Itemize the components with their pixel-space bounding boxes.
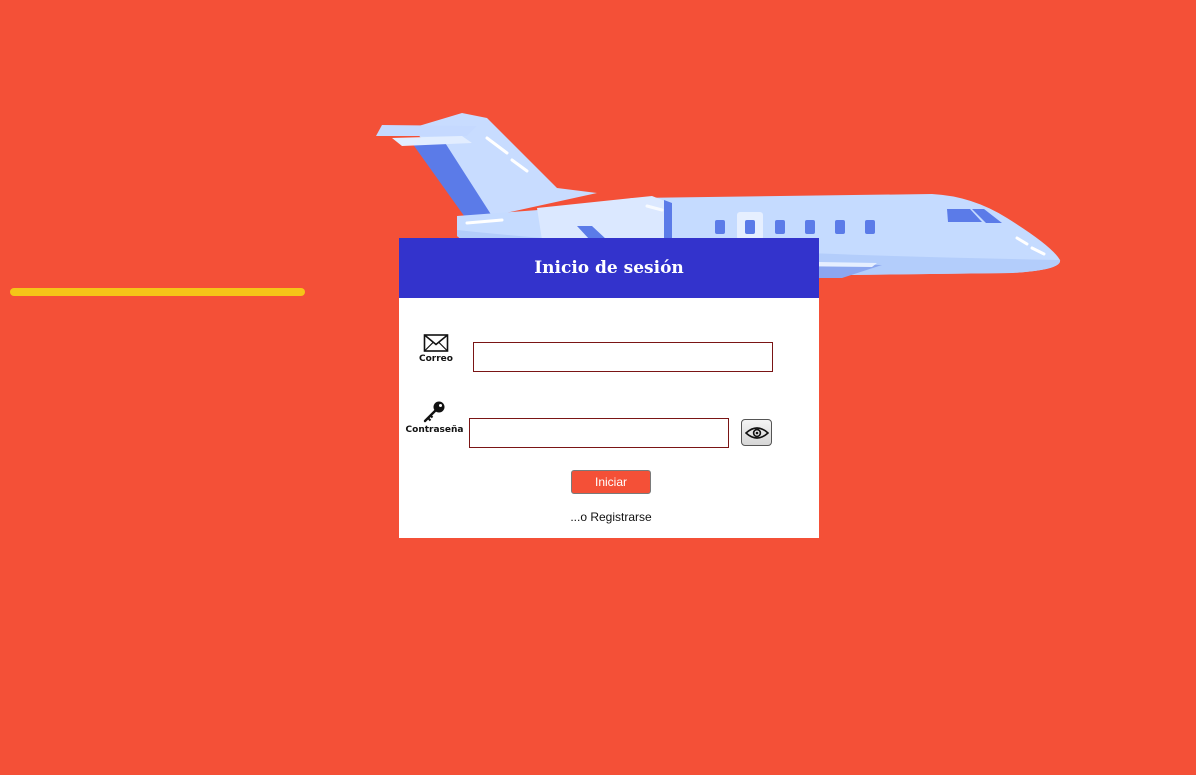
register-link[interactable]: ...o Registrarse xyxy=(399,510,823,524)
decorative-speed-line xyxy=(10,288,305,296)
eye-icon xyxy=(744,426,769,439)
login-title: Inicio de sesión xyxy=(534,258,684,278)
envelope-icon xyxy=(423,334,449,352)
email-input[interactable] xyxy=(473,342,773,372)
password-input[interactable] xyxy=(469,418,729,448)
show-password-button[interactable] xyxy=(741,419,772,446)
key-icon xyxy=(423,401,444,423)
email-label-group: Correo xyxy=(419,333,453,364)
login-header: Inicio de sesión xyxy=(399,238,819,298)
email-label: Correo xyxy=(419,354,453,364)
login-card: Inicio de sesión Correo Contraseña Inici… xyxy=(399,238,819,538)
password-label-group: Contraseña xyxy=(405,400,464,435)
login-submit-button[interactable]: Iniciar xyxy=(571,470,651,494)
login-page: Inicio de sesión Correo Contraseña Inici… xyxy=(0,0,1196,775)
password-label: Contraseña xyxy=(405,425,464,435)
